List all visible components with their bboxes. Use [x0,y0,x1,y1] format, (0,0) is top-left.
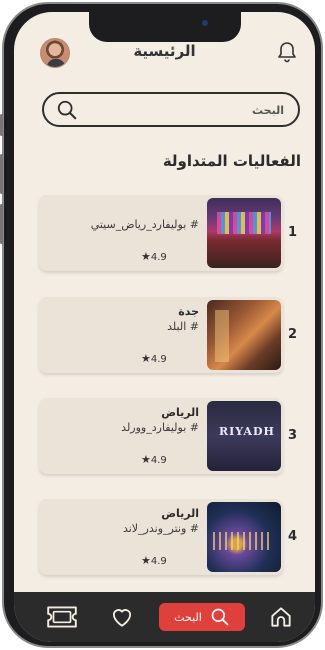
event-card[interactable]: 4 الرياض # ونتر_وندر_لاند ★4.9 [39,499,301,575]
volume-up-button [0,154,3,194]
bell-icon[interactable] [275,40,299,64]
tab-favorites[interactable] [105,602,139,632]
event-card[interactable]: 3 الرياض # بوليفارد_وورلد ★4.9 [39,398,301,474]
event-city: جدة [178,305,199,318]
event-image [207,401,281,471]
tab-tickets[interactable] [42,602,82,632]
event-city: الرياض [161,507,199,520]
phone-frame: الرئيسية الفعاليات المتداولة 1 # بوليفار… [0,2,323,648]
ticket-icon [47,606,77,628]
rating-value: 4.9 [150,354,167,365]
star-icon: ★ [141,453,151,466]
search-icon [57,100,77,120]
top-bar: الرئيسية [14,38,315,74]
heart-icon [112,609,132,627]
event-rank: 2 [287,327,297,342]
event-info: الرياض # ونتر_وندر_لاند [59,507,199,539]
event-rank: 3 [287,428,297,443]
star-icon: ★ [141,352,151,365]
search-input[interactable] [84,100,284,120]
event-card[interactable]: 2 جدة # البلد ★4.9 [39,297,301,373]
event-rating: ★4.9 [141,554,167,567]
event-tag: # البلد [167,320,199,333]
tab-home[interactable] [264,602,298,632]
event-rank: 4 [287,529,297,544]
star-icon: ★ [141,250,151,263]
event-info: # بوليفارد_رياض_سيتي [59,203,199,235]
event-image [207,502,281,572]
rating-value: 4.9 [150,556,167,567]
trending-events-title: الفعاليات المتداولة [162,152,301,170]
event-city [59,203,199,218]
rating-value: 4.9 [150,455,167,466]
app-screen: الرئيسية الفعاليات المتداولة 1 # بوليفار… [14,12,315,642]
rating-value: 4.9 [150,252,167,263]
volume-down-button [0,204,3,244]
search-bar[interactable] [42,92,300,127]
event-city: الرياض [161,406,199,419]
search-icon [211,608,229,626]
event-rating: ★4.9 [141,453,167,466]
event-image [207,300,281,370]
event-rank: 1 [287,225,297,240]
event-tag: # ونتر_وندر_لاند [122,522,199,535]
event-info: الرياض # بوليفارد_وورلد [59,406,199,438]
event-rating: ★4.9 [141,250,167,263]
home-icon [271,607,291,627]
tab-search[interactable]: البحث [159,603,245,631]
event-tag: # بوليفارد_وورلد [121,421,199,434]
event-rating: ★4.9 [141,352,167,365]
star-icon: ★ [141,554,151,567]
tab-search-label: البحث [174,610,202,624]
bottom-tab-bar: البحث [14,592,315,642]
page-title: الرئيسية [133,42,196,60]
event-tag: # بوليفارد_رياض_سيتي [90,218,199,231]
event-card[interactable]: 1 # بوليفارد_رياض_سيتي ★4.9 [39,195,301,271]
event-image [207,198,281,268]
mute-switch [0,114,3,136]
camera-dot [202,20,208,26]
event-info: جدة # البلد [59,305,199,337]
